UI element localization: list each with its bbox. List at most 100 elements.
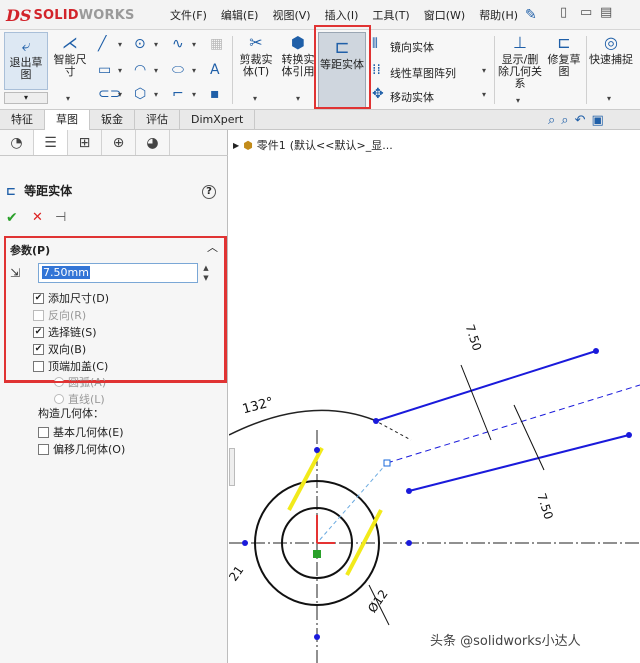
reverse-checkbox[interactable]: 反向(R): [33, 307, 86, 323]
tab-evaluate[interactable]: 评估: [135, 110, 180, 130]
circle-icon[interactable]: ⊙: [134, 36, 146, 52]
snap-dropdown-icon[interactable]: ▾: [607, 94, 611, 103]
fillet-dropdown-icon[interactable]: ▾: [192, 90, 196, 99]
smart-dim-dropdown-icon[interactable]: ▾: [66, 94, 70, 103]
plane-icon[interactable]: ▦: [210, 36, 223, 52]
panel-tabs: ◔ ☰ ⊞ ⊕ ◕: [0, 130, 228, 156]
relations-icon: ⊥: [513, 33, 527, 52]
mirror-icon[interactable]: ⫴: [372, 36, 378, 52]
tab-sheet-metal[interactable]: 钣金: [90, 110, 135, 130]
watermark: 头条 @solidworks小达人: [430, 634, 581, 649]
tab-sketch[interactable]: 草图: [45, 110, 90, 130]
tab-features[interactable]: 特征: [0, 110, 45, 130]
trim-dropdown-icon[interactable]: ▾: [253, 94, 257, 103]
mirror-entities-button[interactable]: 镜向实体: [390, 39, 434, 55]
new-document-icon[interactable]: ▯: [560, 5, 574, 23]
circle-dropdown-icon[interactable]: ▾: [154, 40, 158, 49]
menu-file[interactable]: 文件(F): [163, 7, 214, 23]
keep-visible-pin-icon[interactable]: ⊣: [55, 210, 66, 225]
smart-dimension-button[interactable]: ⋌ 智能尺寸: [52, 34, 88, 78]
bidirectional-checkbox[interactable]: ✔ 双向(B): [33, 341, 86, 357]
cancel-x-icon[interactable]: ✕: [32, 210, 43, 225]
pin-icon[interactable]: ✎: [525, 7, 537, 23]
bidirectional-label: 双向(B): [48, 343, 87, 356]
title-bar: DS SOLIDWORKS 文件(F) 编辑(E) 视图(V) 插入(I) 工具…: [0, 0, 640, 30]
menu-help[interactable]: 帮助(H): [472, 7, 525, 23]
offset-entities-button[interactable]: ⊏ 等距实体: [318, 32, 366, 108]
quick-snaps-button[interactable]: ◎ 快速捕捉: [588, 34, 634, 66]
line-dropdown-icon[interactable]: ▾: [118, 40, 122, 49]
rectangle-dropdown-icon[interactable]: ▾: [118, 66, 122, 75]
linear-pattern-icon[interactable]: ⁞⁞: [372, 62, 381, 78]
select-chain-checkbox[interactable]: ✔ 选择链(S): [33, 324, 97, 340]
exit-sketch-dropdown[interactable]: ▾: [4, 92, 48, 104]
exit-sketch-button[interactable]: ⤶ 退出草图: [4, 32, 48, 90]
point-icon[interactable]: ▪: [210, 86, 220, 102]
open-folder-icon[interactable]: ▭: [580, 5, 594, 23]
endpoint: [373, 418, 379, 424]
property-manager-tab-icon[interactable]: ☰: [34, 130, 68, 155]
spline-dropdown-icon[interactable]: ▾: [192, 40, 196, 49]
show-relations-button[interactable]: ⊥ 显示/删除几何关系: [498, 34, 542, 90]
view-orientation-icon[interactable]: ▣: [591, 113, 603, 128]
menu-tools[interactable]: 工具(T): [365, 7, 416, 23]
move-entities-button[interactable]: 移动实体: [390, 89, 434, 105]
zoom-area-icon[interactable]: ⌕: [561, 113, 568, 128]
menu-edit[interactable]: 编辑(E): [214, 7, 266, 23]
collapse-chevron-icon[interactable]: ︿: [207, 239, 218, 255]
smart-dimension-label: 智能尺寸: [53, 53, 87, 78]
tab-dimxpert[interactable]: DimXpert: [180, 110, 256, 130]
repair-sketch-button[interactable]: ⊏ 修复草图: [544, 34, 584, 78]
cap-arc-radio[interactable]: 圆弧(A): [54, 374, 106, 390]
spline-icon[interactable]: ∿: [172, 36, 184, 52]
solidworks-logo[interactable]: DS SOLIDWORKS: [6, 5, 135, 25]
trim-icon: ✂: [249, 33, 263, 52]
cap-ends-checkbox[interactable]: 顶端加盖(C): [33, 358, 108, 374]
ellipse-dropdown-icon[interactable]: ▾: [192, 66, 196, 75]
rectangle-icon[interactable]: ▭: [98, 62, 111, 78]
checkbox-icon: ✔: [33, 343, 44, 355]
menu-view[interactable]: 视图(V): [265, 7, 317, 23]
text-icon[interactable]: A: [210, 62, 220, 78]
fillet-icon[interactable]: ⌐: [172, 86, 184, 102]
convert-dropdown-icon[interactable]: ▾: [296, 94, 300, 103]
previous-view-icon[interactable]: ↶: [575, 113, 586, 128]
feature-tree-flyout[interactable]: ▶ ⬢ 零件1 (默认<<默认>_显...: [233, 137, 393, 153]
dimxpert-tab-icon[interactable]: ⊕: [102, 130, 136, 155]
slot-dropdown-icon[interactable]: ▾: [118, 90, 122, 99]
polygon-icon[interactable]: ⬡: [134, 86, 146, 102]
convert-entities-button[interactable]: ⬢ 转换实体引用: [278, 34, 318, 78]
ok-check-icon[interactable]: ✔: [6, 210, 18, 226]
pattern-dropdown-icon[interactable]: ▾: [482, 66, 486, 75]
offset-geometry-checkbox[interactable]: 偏移几何体(O): [38, 441, 125, 457]
ribbon-separator: [232, 36, 233, 104]
menu-window[interactable]: 窗口(W): [417, 7, 472, 23]
panel-splitter-handle[interactable]: [229, 448, 235, 486]
ds-logo-mark: DS: [6, 5, 32, 25]
linear-pattern-button[interactable]: 线性草图阵列: [390, 65, 456, 81]
graphics-area[interactable]: 7.50 7.50 132° Ø12 21: [226, 130, 640, 663]
display-manager-tab-icon[interactable]: ◕: [136, 130, 170, 155]
base-geometry-checkbox[interactable]: 基本几何体(E): [38, 424, 124, 440]
move-icon[interactable]: ✥: [372, 86, 384, 102]
move-dropdown-icon[interactable]: ▾: [482, 90, 486, 99]
offset-distance-input[interactable]: 7.50mm: [38, 263, 198, 283]
save-icon[interactable]: ▤: [600, 5, 614, 23]
relations-dropdown-icon[interactable]: ▾: [516, 96, 520, 105]
arc-dropdown-icon[interactable]: ▾: [154, 66, 158, 75]
zoom-fit-icon[interactable]: ⌕: [548, 113, 555, 128]
distance-spinner[interactable]: ▲ ▼: [200, 263, 212, 283]
add-dimensions-checkbox[interactable]: ✔ 添加尺寸(D): [33, 290, 109, 306]
feature-tree-tab-icon[interactable]: ◔: [0, 130, 34, 155]
ellipse-icon[interactable]: ⬭: [172, 62, 184, 78]
expand-arrow-icon[interactable]: ▶: [233, 141, 239, 150]
construction-geometry-header: 构造几何体：: [38, 407, 104, 420]
polygon-dropdown-icon[interactable]: ▾: [154, 90, 158, 99]
arc-icon[interactable]: ◠: [134, 62, 146, 78]
help-icon[interactable]: ?: [202, 185, 216, 199]
menu-insert[interactable]: 插入(I): [318, 7, 366, 23]
exit-sketch-icon: ⤶: [21, 36, 31, 55]
line-icon[interactable]: ╱: [98, 36, 106, 52]
configuration-tab-icon[interactable]: ⊞: [68, 130, 102, 155]
trim-entities-button[interactable]: ✂ 剪裁实体(T): [236, 34, 276, 78]
